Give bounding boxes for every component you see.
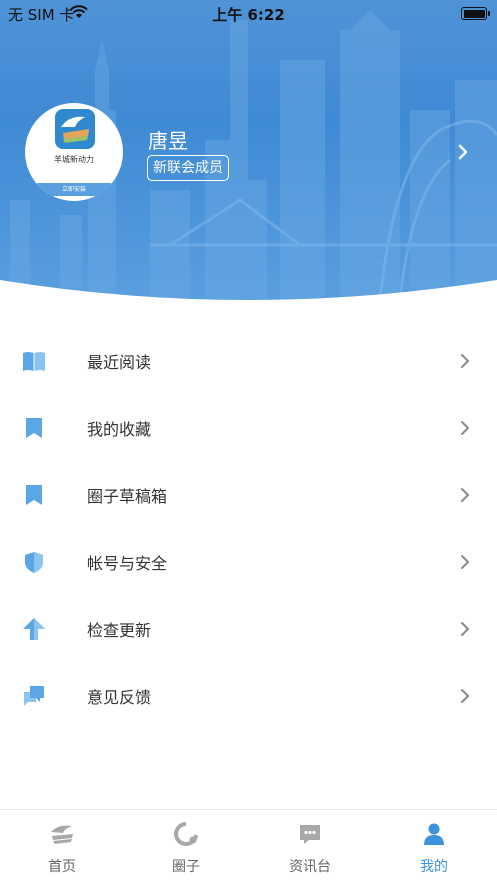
menu-item-label: 圈子草稿箱 [87,487,168,506]
user-name: 唐昱 [148,129,188,153]
menu-item-label: 我的收藏 [87,420,152,439]
menu-item-label: 意见反馈 [87,688,152,707]
tab-circle[interactable]: 圈子 [124,810,248,884]
menu-item-favorites[interactable]: 我的收藏 [0,394,497,461]
menu-item-label: 帐号与安全 [87,554,168,573]
app-logo-icon [55,109,95,149]
chevron-right-icon [461,354,469,368]
arrow-up-icon [23,618,45,640]
tab-label: 首页 [48,859,76,875]
shield-icon [25,552,43,573]
tab-home[interactable]: 首页 [0,810,124,884]
tab-news[interactable]: 资讯台 [248,810,372,884]
home-logo-icon [51,825,73,844]
menu-item-label: 检查更新 [87,621,152,640]
bottom-tab-bar: 首页 圈子 资讯台 我的 [0,809,497,884]
menu-item-check-update[interactable]: 检查更新 [0,595,497,662]
menu-item-account-security[interactable]: 帐号与安全 [0,528,497,595]
chevron-right-icon[interactable] [457,143,469,161]
clock-time: 上午 6:22 [212,6,285,24]
drafts-bookmark-icon [26,485,42,505]
member-badge: 新联会成员 [147,155,229,181]
chevron-right-icon [461,555,469,569]
menu-item-circle-drafts[interactable]: 圈子草稿箱 [0,461,497,528]
tab-label: 我的 [420,859,448,875]
menu-item-recent-reading[interactable]: 最近阅读 [0,327,497,394]
bookmark-icon [26,418,42,438]
chevron-right-icon [461,689,469,703]
avatar[interactable]: 羊城新动力 立即安装 [25,103,123,201]
chevron-right-icon [461,421,469,435]
avatar-app-name: 羊城新动力 [54,155,94,164]
header-curve [0,280,497,305]
chat-bubbles-icon [24,686,44,706]
book-icon [23,352,45,371]
news-chat-icon [300,825,320,844]
status-bar: 无 SIM 卡 上午 6:22 [0,0,497,26]
chevron-right-icon [461,622,469,636]
profile-header: 无 SIM 卡 上午 6:22 羊城新动力 立即安装 唐昱 新联会成员 [0,0,497,305]
menu-item-feedback[interactable]: 意见反馈 [0,662,497,729]
tab-label: 资讯台 [289,859,331,875]
tab-mine[interactable]: 我的 [372,810,496,884]
battery-icon [461,7,490,20]
chevron-right-icon [461,488,469,502]
person-icon [424,823,444,845]
circle-icon [174,822,198,846]
tab-label: 圈子 [172,859,200,875]
install-button: 立即安装 [37,183,111,196]
menu-item-label: 最近阅读 [87,353,152,372]
